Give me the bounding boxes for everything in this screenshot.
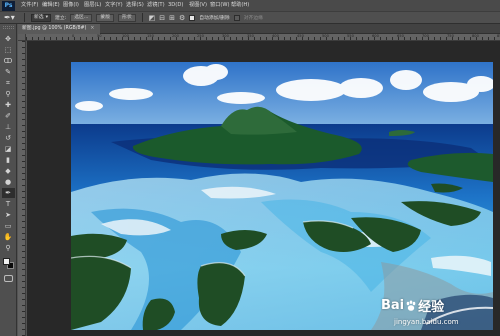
- move-tool-icon[interactable]: ✥: [2, 34, 15, 44]
- chevron-down-icon: ▾: [45, 14, 49, 20]
- dodge-tool-icon[interactable]: ●: [2, 177, 15, 187]
- make-shape-button[interactable]: 形状: [118, 13, 136, 22]
- shape-tool-icon[interactable]: ▭: [2, 221, 15, 231]
- clone-stamp-tool-icon[interactable]: ⊥: [2, 122, 15, 132]
- watermark-url: jingyan.baidu.com: [394, 318, 459, 326]
- menu-type[interactable]: 文字(Y): [105, 0, 126, 11]
- photoshop-logo: Ps: [2, 0, 15, 11]
- tool-list: ✥ ⬚ ↀ ✎ ⌗ ⚲ ✚ ✐ ⊥ ↺ ◪ ▮ ◆ ● ✒ T ➤ ▭ ✋ ⚲: [1, 34, 15, 254]
- menu-image[interactable]: 图像(I): [63, 0, 84, 11]
- options-separator: [24, 13, 25, 22]
- lagoon-photo: [71, 62, 493, 330]
- ruler-number: 500: [322, 34, 329, 38]
- ruler-number: 300: [222, 34, 229, 38]
- baidu-paw-icon: [406, 300, 416, 311]
- toolbox-grip[interactable]: [3, 26, 14, 29]
- ruler-number: 450: [297, 34, 304, 38]
- ruler-origin[interactable]: [18, 34, 26, 41]
- healing-brush-tool-icon[interactable]: ✚: [2, 100, 15, 110]
- zoom-tool-icon[interactable]: ⚲: [2, 243, 15, 253]
- path-select-tool-icon[interactable]: ➤: [2, 210, 15, 220]
- menu-bar: Ps 文件(F) 编辑(E) 图像(I) 图层(L) 文字(Y) 选择(S) 滤…: [0, 0, 500, 11]
- path-arrangement-icon[interactable]: ⊞: [169, 13, 175, 23]
- path-alignment-icon[interactable]: ⊟: [159, 13, 165, 23]
- menu-items: 文件(F) 编辑(E) 图像(I) 图层(L) 文字(Y) 选择(S) 滤镜(T…: [21, 0, 252, 11]
- document-canvas-image[interactable]: [71, 62, 493, 330]
- menu-window[interactable]: 窗口(W): [210, 0, 231, 11]
- menu-layer[interactable]: 图层(L): [84, 0, 105, 11]
- crop-tool-icon[interactable]: ⌗: [2, 78, 15, 88]
- make-mask-button[interactable]: 蒙版: [96, 13, 115, 22]
- quick-select-tool-icon[interactable]: ✎: [2, 67, 15, 77]
- type-tool-icon[interactable]: T: [2, 199, 15, 209]
- blur-tool-icon[interactable]: ◆: [2, 166, 15, 176]
- ruler-number: 50: [97, 34, 102, 38]
- close-icon[interactable]: ×: [90, 24, 94, 34]
- auto-add-delete-checkbox[interactable]: [189, 14, 196, 21]
- marquee-tool-icon[interactable]: ⬚: [2, 45, 15, 55]
- ruler-number: 800: [472, 34, 479, 38]
- path-operations-icon[interactable]: ◩: [149, 13, 156, 23]
- pen-tool-preset-icon[interactable]: ✒▾: [4, 13, 18, 23]
- menu-edit[interactable]: 编辑(E): [42, 0, 63, 11]
- options-separator: [141, 13, 143, 22]
- menu-help[interactable]: 帮助(H): [231, 0, 252, 11]
- make-selection-button[interactable]: 选区...: [70, 13, 93, 22]
- baidu-watermark: Bai 经验: [381, 296, 444, 315]
- ruler-number: 550: [347, 34, 354, 38]
- ruler-number: 650: [397, 34, 404, 38]
- gear-icon[interactable]: ⚙: [179, 13, 185, 23]
- menu-view[interactable]: 视图(V): [189, 0, 210, 11]
- ruler-number: 200: [172, 34, 179, 38]
- ruler-number: 600: [372, 34, 379, 38]
- menu-3d[interactable]: 3D(D): [168, 0, 189, 11]
- document-tab-title: 新图.jpg @ 100% (RGB/8#): [22, 26, 87, 31]
- ruler-number: 400: [272, 34, 279, 38]
- eyedropper-tool-icon[interactable]: ⚲: [2, 89, 15, 99]
- watermark-brand-right: 经验: [418, 300, 445, 315]
- menu-filter[interactable]: 滤镜(T): [147, 0, 168, 11]
- align-edges-label: 对齐边缘: [243, 16, 263, 21]
- vertical-ruler[interactable]: [18, 41, 26, 336]
- ruler-number: 750: [447, 34, 454, 38]
- pen-tool-icon[interactable]: ✒: [1, 188, 15, 198]
- ruler-number: 0: [72, 34, 75, 38]
- watermark-brand-left: Bai: [381, 298, 405, 313]
- ruler-number: 700: [422, 34, 429, 38]
- ruler-number: 350: [247, 34, 254, 38]
- toolbox: ✥ ⬚ ↀ ✎ ⌗ ⚲ ✚ ✐ ⊥ ↺ ◪ ▮ ◆ ● ✒ T ➤ ▭ ✋ ⚲: [0, 24, 17, 336]
- menu-file[interactable]: 文件(F): [21, 0, 42, 11]
- ruler-number: 150: [147, 34, 154, 38]
- document-tab-bar: 新图.jpg @ 100% (RGB/8#) ×: [18, 24, 500, 34]
- color-swatches: [2, 257, 15, 271]
- ruler-number: 100: [122, 34, 129, 38]
- path-mode-value: 新选: [34, 14, 44, 20]
- brush-tool-icon[interactable]: ✐: [2, 111, 15, 121]
- make-label: 建立:: [55, 16, 67, 21]
- path-mode-select[interactable]: 新选 ▾: [31, 13, 52, 22]
- align-edges-checkbox[interactable]: [233, 14, 240, 21]
- quick-mask-icon[interactable]: [3, 275, 13, 282]
- document-tab[interactable]: 新图.jpg @ 100% (RGB/8#) ×: [18, 24, 101, 34]
- eraser-tool-icon[interactable]: ◪: [2, 144, 15, 154]
- gradient-tool-icon[interactable]: ▮: [2, 155, 15, 165]
- auto-add-delete-label: 自动添加/删除: [199, 16, 230, 21]
- options-bar: ✒▾ 新选 ▾ 建立: 选区... 蒙版 形状 ◩ ⊟ ⊞ ⚙ 自动添加/删除 …: [0, 11, 500, 24]
- hand-tool-icon[interactable]: ✋: [2, 232, 15, 242]
- lasso-tool-icon[interactable]: ↀ: [2, 56, 15, 66]
- history-brush-tool-icon[interactable]: ↺: [2, 133, 15, 143]
- ruler-number: 250: [197, 34, 204, 38]
- menu-select[interactable]: 选择(S): [126, 0, 147, 11]
- foreground-color-swatch[interactable]: [2, 258, 10, 265]
